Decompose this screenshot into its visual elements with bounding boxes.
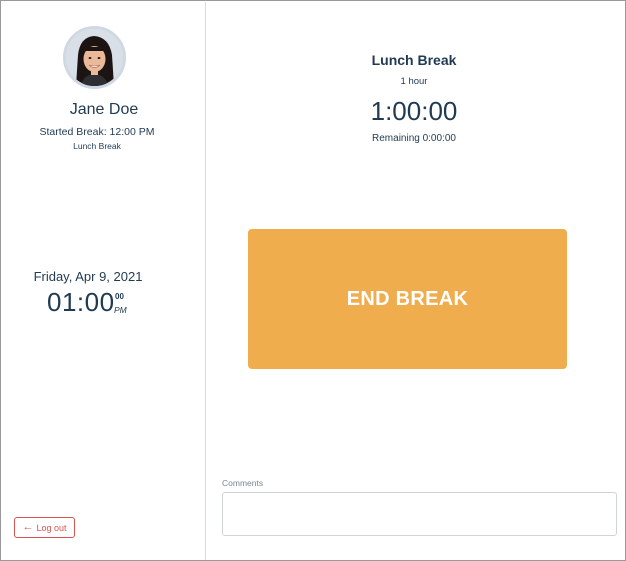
break-title: Lunch Break: [371, 52, 457, 68]
main-panel: Lunch Break 1 hour 1:00:00 Remaining 0:0…: [207, 2, 625, 560]
break-remaining: Remaining 0:00:00: [372, 133, 456, 144]
end-break-button[interactable]: END BREAK: [248, 229, 567, 369]
break-timer: 1:00:00: [370, 96, 458, 126]
break-duration: 1 hour: [400, 76, 428, 87]
logout-label: Log out: [36, 522, 67, 533]
user-photo: [66, 29, 123, 86]
comments-field[interactable]: [222, 492, 617, 536]
avatar: [63, 26, 126, 89]
time-seconds: 00: [115, 292, 124, 301]
user-name: Jane Doe: [69, 101, 139, 118]
logout-button[interactable]: ← Log out: [14, 517, 75, 538]
arrow-left-icon: ←: [22, 521, 34, 533]
time-ampm: PM: [114, 305, 127, 315]
break-start-time: Started Break: 12:00 PM: [39, 126, 155, 138]
comments-label: Comments: [222, 478, 264, 488]
break-type-label: Lunch Break: [73, 141, 121, 151]
current-date: Friday, Apr 9, 2021: [33, 269, 143, 284]
time-clock-window: Jane Doe Started Break: 12:00 PM Lunch B…: [0, 0, 626, 561]
time-hours-minutes: 01:00: [47, 287, 115, 317]
left-panel: Jane Doe Started Break: 12:00 PM Lunch B…: [2, 2, 206, 560]
